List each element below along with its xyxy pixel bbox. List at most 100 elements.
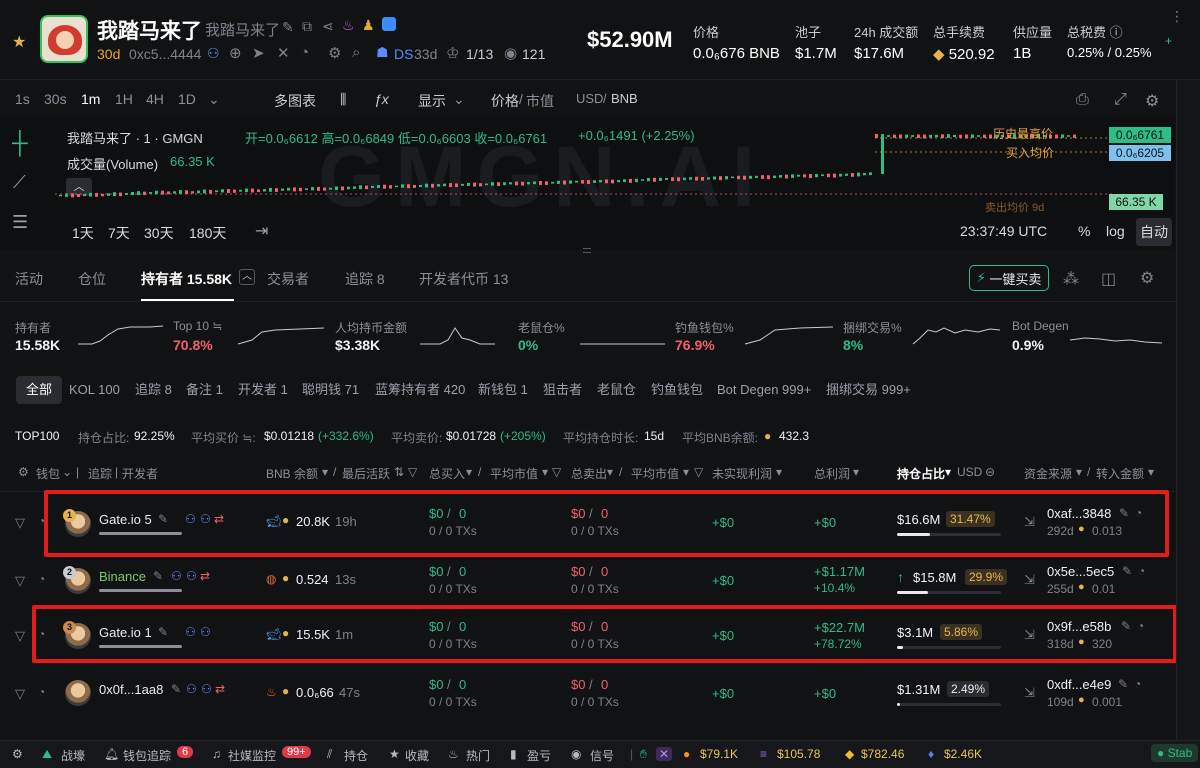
- filter-wallet-icon[interactable]: ▽: [15, 628, 25, 644]
- transfer-link-icon[interactable]: ⇄: [215, 682, 225, 696]
- filter-icon[interactable]: ▽: [694, 465, 703, 479]
- crosshair-icon[interactable]: ┼: [12, 130, 28, 156]
- th-sell-avg-mcap[interactable]: 平均市值: [631, 465, 679, 482]
- twitter-icon[interactable]: ✕: [277, 44, 290, 62]
- bottom-pnl[interactable]: 盈亏: [527, 747, 551, 764]
- more-icon[interactable]: ⋮: [1170, 8, 1184, 25]
- wallet-chart-icon[interactable]: ◔: [38, 572, 45, 586]
- cluster-icon[interactable]: ⚇: [171, 569, 182, 583]
- usd-toggle-icon[interactable]: ⊖: [985, 465, 995, 479]
- expand-icon[interactable]: +: [1165, 34, 1172, 48]
- goto-date-icon[interactable]: ⇥: [255, 221, 268, 241]
- hand-icon[interactable]: ✋︎: [640, 747, 647, 762]
- edit-icon[interactable]: ✎: [282, 19, 294, 36]
- wallet-name[interactable]: Binance: [99, 569, 146, 584]
- holders-graph-icon[interactable]: ⚇: [207, 45, 220, 62]
- fib-tool-icon[interactable]: ☰: [12, 212, 28, 233]
- cluster-icon[interactable]: ⚇: [186, 682, 197, 696]
- add-track-icon[interactable]: ⚇: [186, 569, 197, 583]
- holders-collapse-icon[interactable]: ︿: [239, 269, 255, 285]
- search-icon[interactable]: ⌕: [352, 44, 360, 61]
- wallet-chart-icon[interactable]: ◔: [38, 685, 45, 699]
- bottom-hot[interactable]: 热门: [466, 747, 490, 764]
- website-icon[interactable]: ⊕: [229, 44, 242, 62]
- th-buy-avg-mcap[interactable]: 平均市值: [490, 465, 538, 482]
- edit-source-icon[interactable]: ✎: [1118, 677, 1128, 691]
- tab-activity[interactable]: 活动: [15, 269, 43, 289]
- panel-layout-icon[interactable]: ◫: [1101, 269, 1116, 289]
- display-menu[interactable]: 显示: [418, 91, 446, 111]
- sort-sell-icon[interactable]: ▾: [607, 465, 613, 479]
- copy-icon[interactable]: ⧉: [302, 18, 312, 35]
- sort-profit-icon[interactable]: ▾: [853, 465, 859, 479]
- filter-icon[interactable]: ▽: [552, 465, 561, 479]
- transfer-link-icon[interactable]: ⇄: [200, 569, 210, 583]
- sort-hold-icon[interactable]: ▾: [945, 465, 951, 479]
- dev-icon[interactable]: ⚙: [328, 44, 341, 62]
- x-icon[interactable]: ✕: [656, 747, 673, 761]
- multi-chart-label[interactable]: 多图表: [274, 91, 316, 111]
- filter-wallet-icon[interactable]: ▽: [15, 686, 25, 702]
- candle-style-icon[interactable]: ⫼: [340, 91, 346, 108]
- th-dev[interactable]: 开发者: [122, 465, 158, 482]
- th-usd[interactable]: USD: [957, 465, 982, 479]
- interval-4h[interactable]: 4H: [146, 91, 164, 107]
- mcap-toggle[interactable]: 市值: [526, 91, 554, 111]
- camera-icon[interactable]: ⎙: [1076, 91, 1089, 109]
- edit-note-icon[interactable]: ✎: [171, 682, 181, 696]
- filter-wallet-icon[interactable]: ▽: [15, 515, 25, 531]
- sort-buy-mcap-icon[interactable]: ▾: [542, 465, 548, 479]
- filter-dev[interactable]: 开发者 1: [238, 376, 288, 404]
- chevron-down-icon[interactable]: ⌄: [208, 91, 220, 108]
- settings-icon[interactable]: ⚙: [12, 747, 23, 761]
- sort-transfer-icon[interactable]: ▾: [1148, 465, 1154, 479]
- trendline-icon[interactable]: ⟋: [13, 172, 26, 193]
- range-7d[interactable]: 7天: [108, 223, 130, 243]
- sort-buy-icon[interactable]: ▾: [466, 465, 472, 479]
- th-unrealized[interactable]: 未实现利润: [712, 465, 772, 482]
- sort-bnb-icon[interactable]: ▾: [322, 465, 328, 479]
- star-icon[interactable]: ★: [12, 32, 26, 52]
- indicator-icon[interactable]: ƒx: [374, 91, 389, 107]
- wallet-name[interactable]: 0x0f...1aa8: [99, 682, 163, 697]
- source-chart-icon[interactable]: ◔: [1134, 677, 1141, 691]
- filter-smart-money[interactable]: 聪明钱 71: [302, 376, 359, 404]
- interval-1m[interactable]: 1m: [81, 91, 100, 107]
- range-30d[interactable]: 30天: [144, 223, 174, 243]
- tab-positions[interactable]: 仓位: [78, 269, 106, 289]
- filter-all[interactable]: 全部: [16, 376, 63, 404]
- fullscreen-icon[interactable]: ⤢: [1114, 91, 1127, 109]
- bottom-social-monitor[interactable]: 社媒监控: [228, 747, 276, 764]
- chart-settings-icon[interactable]: ⚙: [1145, 91, 1159, 111]
- price-chart[interactable]: ┼ ⟋ ☰ GMGN.AI 我踏马来了 · 1 · GMGN 开=0.0₆661…: [0, 116, 1175, 250]
- bubble-map-icon[interactable]: ⁂: [1063, 269, 1079, 289]
- th-bnb-balance[interactable]: BNB 余额: [266, 465, 318, 482]
- sort-source-icon[interactable]: ▾: [1076, 465, 1082, 479]
- edit-source-icon[interactable]: ✎: [1122, 564, 1132, 578]
- filter-kol[interactable]: KOL 100: [69, 376, 120, 404]
- filter-bundle[interactable]: 捆绑交易 999+: [826, 376, 911, 404]
- log-scale-toggle[interactable]: log: [1106, 223, 1125, 239]
- th-last-active[interactable]: 最后活跃: [342, 465, 390, 482]
- tab-settings-icon[interactable]: ⚙: [1140, 268, 1154, 288]
- funding-source[interactable]: 0x5e...5ec5: [1047, 564, 1114, 579]
- table-row[interactable]: ▽ ◔ 2 Binance ✎ ⚇ ⚇ ⇄ ◍ ● 0.524 13s $0 /…: [0, 551, 1175, 608]
- filter-phishing[interactable]: 钓鱼钱包: [651, 376, 703, 404]
- interval-30s[interactable]: 30s: [44, 91, 67, 107]
- share-icon[interactable]: ⋖: [322, 18, 334, 35]
- filter-insider[interactable]: 老鼠仓: [597, 376, 636, 404]
- th-tracked[interactable]: 追踪: [88, 465, 112, 482]
- th-hold-ratio[interactable]: 持仓占比: [897, 465, 945, 482]
- add-track-icon[interactable]: ⚇: [201, 682, 212, 696]
- percent-scale-toggle[interactable]: %: [1078, 223, 1090, 239]
- tab-tracked[interactable]: 追踪 8: [345, 269, 385, 289]
- contract-address[interactable]: 0xc5...4444: [129, 46, 201, 62]
- wallet-settings-icon[interactable]: ⚙: [18, 465, 29, 479]
- filter-tracked[interactable]: 追踪 8: [135, 376, 172, 404]
- range-180d[interactable]: 180天: [189, 223, 226, 243]
- funding-source[interactable]: 0xdf...e4e9: [1047, 677, 1111, 692]
- display-chevron-icon[interactable]: ⌄: [453, 91, 465, 108]
- usd-toggle[interactable]: USD: [576, 91, 603, 106]
- bnb-toggle[interactable]: BNB: [611, 91, 638, 106]
- tab-dev-tokens[interactable]: 开发者代币 13: [419, 269, 508, 289]
